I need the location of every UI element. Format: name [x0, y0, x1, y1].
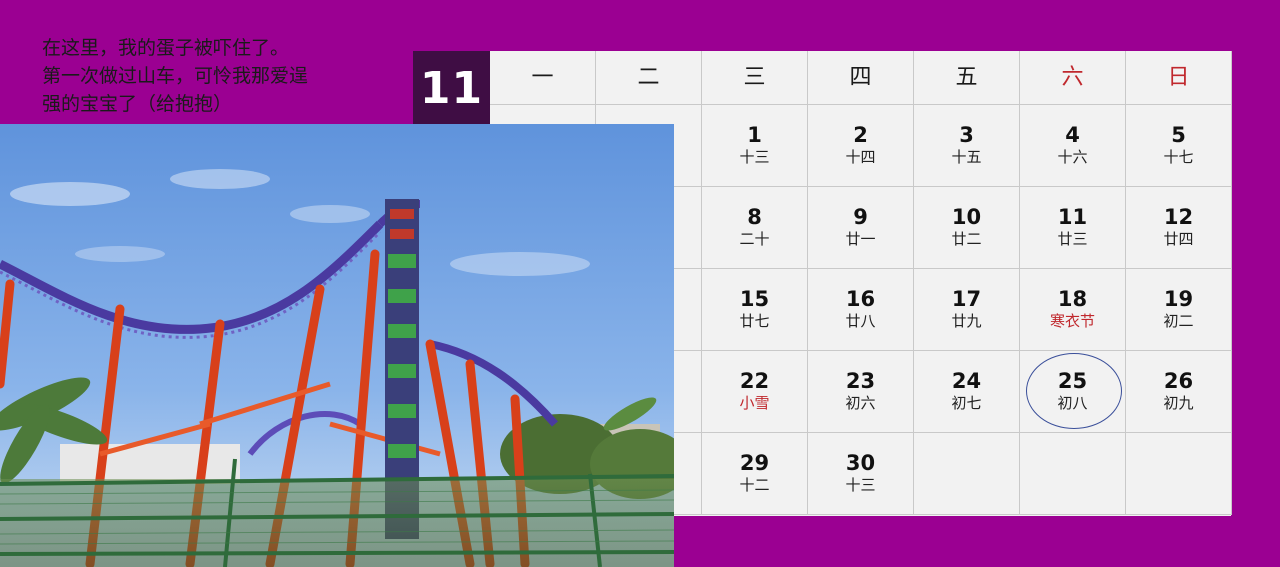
- lunar-date: 廿九: [951, 312, 982, 330]
- lunar-date: 十七: [1163, 148, 1194, 166]
- lunar-date: 廿四: [1163, 230, 1194, 248]
- day-number: 8: [747, 205, 762, 229]
- day-number: 5: [1171, 123, 1186, 147]
- lunar-date: 十二: [739, 476, 770, 494]
- day-number: 17: [951, 287, 982, 311]
- weekday-header: 四: [808, 51, 914, 105]
- lunar-date: 初九: [1163, 394, 1194, 412]
- lunar-date: 十三: [845, 476, 876, 494]
- day-number: 19: [1163, 287, 1194, 311]
- weekday-header: 五: [914, 51, 1020, 105]
- day-number: 4: [1065, 123, 1080, 147]
- calendar-day: 15 廿七: [702, 269, 808, 351]
- day-number: 23: [845, 369, 876, 393]
- lunar-date: 廿三: [1057, 230, 1088, 248]
- calendar-day: 9 廿一: [808, 187, 914, 269]
- day-number: 22: [739, 369, 770, 393]
- caption-line-1: 在这里，我的蛋子被吓住了。: [42, 37, 290, 59]
- weekday-header: 一: [490, 51, 596, 105]
- day-number: 26: [1163, 369, 1194, 393]
- lunar-date: 初二: [1163, 312, 1194, 330]
- weekday-header: 六: [1020, 51, 1126, 105]
- highlight-circle: [1026, 353, 1122, 429]
- calendar-day: 22 小雪: [702, 351, 808, 433]
- calendar-day: 25 初八: [1020, 351, 1126, 433]
- day-number: 16: [845, 287, 876, 311]
- calendar-day: 23 初六: [808, 351, 914, 433]
- calendar-day: 16 廿八: [808, 269, 914, 351]
- lunar-date: 十六: [1057, 148, 1088, 166]
- calendar-day: 1 十三: [702, 105, 808, 187]
- calendar-empty-cell: [1126, 433, 1232, 515]
- day-number: 12: [1163, 205, 1194, 229]
- lunar-date: 二十: [739, 230, 770, 248]
- lunar-date: 初七: [951, 394, 982, 412]
- calendar-day: 18 寒衣节: [1020, 269, 1126, 351]
- day-number: 2: [853, 123, 868, 147]
- lunar-date: 十四: [845, 148, 876, 166]
- calendar-day: 11 廿三: [1020, 187, 1126, 269]
- calendar-caption: 在这里，我的蛋子被吓住了。 第一次做过山车，可怜我那爱逞 强的宝宝了（给抱抱）: [42, 34, 402, 118]
- lunar-date: 十五: [951, 148, 982, 166]
- lunar-date: 寒衣节: [1049, 312, 1095, 330]
- calendar-empty-cell: [1020, 433, 1126, 515]
- calendar-day: 12 廿四: [1126, 187, 1232, 269]
- calendar-day: 3 十五: [914, 105, 1020, 187]
- day-number: 29: [739, 451, 770, 475]
- day-number: 3: [959, 123, 974, 147]
- day-number: 18: [1057, 287, 1088, 311]
- calendar-day: 29 十二: [702, 433, 808, 515]
- calendar-day: 26 初九: [1126, 351, 1232, 433]
- calendar-day: 30 十三: [808, 433, 914, 515]
- calendar-day: 2 十四: [808, 105, 914, 187]
- day-number: 30: [845, 451, 876, 475]
- calendar-empty-cell: [914, 433, 1020, 515]
- day-number: 24: [951, 369, 982, 393]
- calendar-day: 24 初七: [914, 351, 1020, 433]
- caption-line-2: 第一次做过山车，可怜我那爱逞: [42, 65, 309, 87]
- calendar-day: 4 十六: [1020, 105, 1126, 187]
- lunar-date: 廿一: [845, 230, 876, 248]
- roller-coaster-photo-icon: [0, 124, 674, 567]
- calendar-day: 8 二十: [702, 187, 808, 269]
- month-number: 11: [413, 51, 490, 125]
- day-number: 1: [747, 123, 762, 147]
- calendar-day: 10 廿二: [914, 187, 1020, 269]
- calendar-day: 19 初二: [1126, 269, 1232, 351]
- weekday-header: 日: [1126, 51, 1232, 105]
- weekday-header: 三: [702, 51, 808, 105]
- roller-coaster-photo: [0, 124, 674, 567]
- day-number: 15: [739, 287, 770, 311]
- day-number: 10: [951, 205, 982, 229]
- lunar-date: 廿二: [951, 230, 982, 248]
- calendar-day: 17 廿九: [914, 269, 1020, 351]
- lunar-date: 小雪: [739, 394, 770, 412]
- lunar-date: 廿八: [845, 312, 876, 330]
- day-number: 9: [853, 205, 868, 229]
- calendar-day: 5 十七: [1126, 105, 1232, 187]
- day-number: 11: [1057, 205, 1088, 229]
- lunar-date: 十三: [739, 148, 770, 166]
- caption-line-3: 强的宝宝了（给抱抱）: [42, 93, 233, 115]
- weekday-header: 二: [596, 51, 702, 105]
- lunar-date: 廿七: [739, 312, 770, 330]
- lunar-date: 初六: [845, 394, 876, 412]
